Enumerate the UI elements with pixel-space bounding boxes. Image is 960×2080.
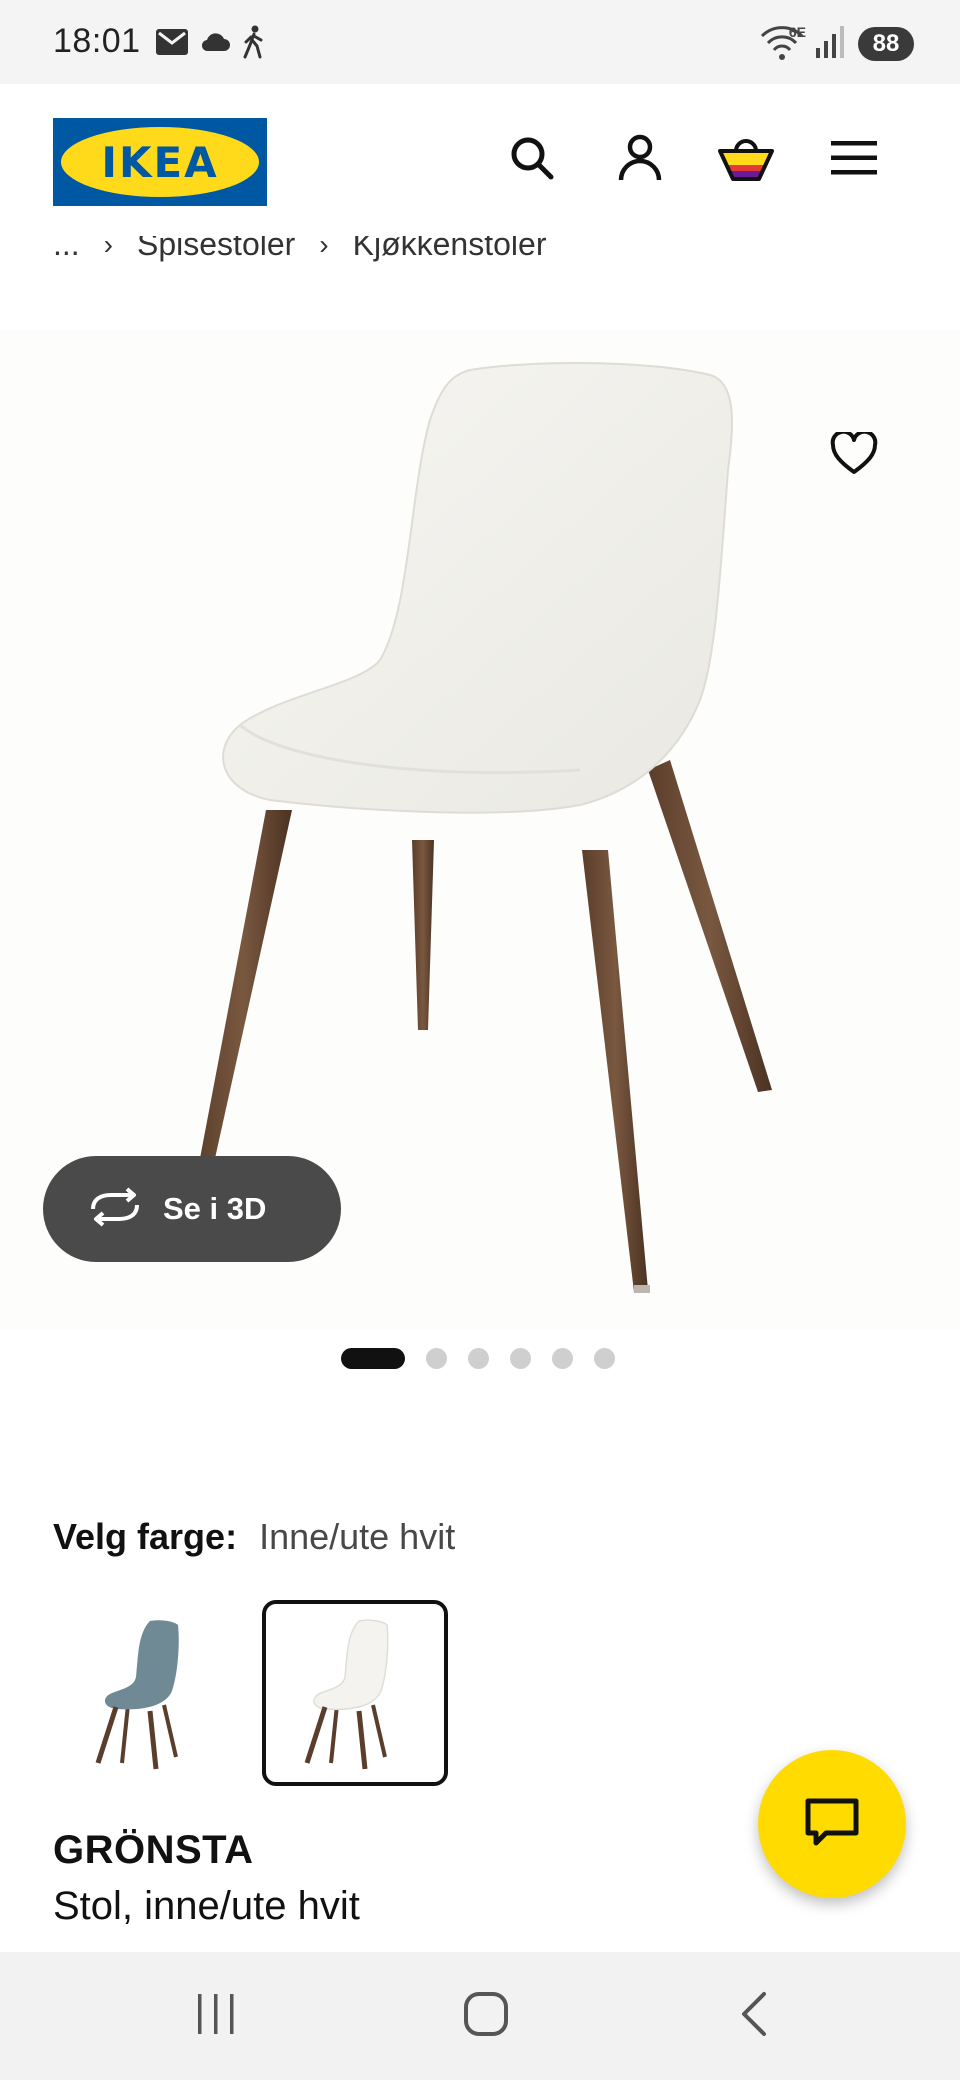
cloud-icon — [200, 31, 230, 58]
rotate-3d-icon — [87, 1186, 143, 1232]
mail-icon — [156, 28, 188, 60]
carousel-dot-active[interactable] — [341, 1347, 405, 1369]
status-icons-left — [156, 25, 266, 64]
menu-icon — [831, 140, 877, 181]
status-bar: 18:01 6E 88 — [0, 0, 960, 84]
logo-text: IKEA — [101, 137, 219, 187]
see-in-3d-label: Se i 3D — [163, 1191, 267, 1226]
search-icon — [509, 135, 555, 186]
network-type-label: 6E — [788, 24, 806, 40]
cart-icon — [718, 135, 774, 186]
color-option-white[interactable] — [262, 1600, 448, 1786]
wishlist-button[interactable] — [818, 420, 890, 492]
chat-icon — [804, 1797, 860, 1852]
breadcrumb-item[interactable]: Kjøkkenstoler — [353, 236, 547, 263]
chevron-right-icon: › — [319, 236, 329, 260]
breadcrumb-item[interactable]: Spisestoler — [137, 236, 295, 263]
product-name: GRÖNSTA — [53, 1828, 254, 1872]
chair-thumbnail — [304, 1619, 389, 1770]
menu-button[interactable] — [822, 128, 886, 192]
ikea-logo[interactable]: IKEA — [53, 118, 267, 206]
chevron-right-icon: › — [103, 236, 113, 260]
color-label: Velg farge: — [53, 1516, 238, 1557]
carousel-dot[interactable] — [426, 1347, 447, 1369]
home-button[interactable] — [446, 1982, 526, 2050]
carousel-dot[interactable] — [552, 1347, 573, 1369]
image-carousel-indicator — [341, 1347, 615, 1369]
chair-thumbnail — [95, 1620, 179, 1770]
account-button[interactable] — [608, 128, 672, 192]
wifi-icon: 6E — [760, 24, 806, 62]
color-option-blue-grey[interactable] — [53, 1600, 239, 1786]
chat-button[interactable] — [758, 1750, 906, 1898]
battery-indicator: 88 — [858, 27, 914, 61]
user-icon — [617, 134, 663, 187]
home-icon — [463, 1991, 509, 2042]
breadcrumb-item[interactable]: ... — [53, 236, 80, 263]
see-in-3d-button[interactable]: Se i 3D — [43, 1156, 341, 1262]
carousel-dot[interactable] — [594, 1347, 615, 1369]
carousel-dot[interactable] — [468, 1347, 489, 1369]
back-icon — [736, 1991, 772, 2042]
breadcrumb: ... › Spisestoler › Kjøkkenstoler — [53, 236, 913, 276]
product-description: Stol, inne/ute hvit — [53, 1884, 360, 1928]
status-icons-right: 6E 88 — [760, 24, 914, 64]
color-selector-heading: Velg farge: Inne/ute hvit — [53, 1516, 455, 1558]
cart-button[interactable] — [714, 128, 778, 192]
recent-apps-icon — [194, 1992, 238, 2041]
carousel-dot[interactable] — [510, 1347, 531, 1369]
search-button[interactable] — [500, 128, 564, 192]
heart-icon — [830, 429, 878, 481]
site-header: IKEA — [0, 84, 960, 234]
recent-apps-button[interactable] — [176, 1982, 256, 2050]
signal-icon — [816, 25, 846, 63]
system-navigation-bar — [0, 1952, 960, 2080]
walking-icon — [242, 25, 266, 64]
selected-color-value: Inne/ute hvit — [259, 1516, 456, 1557]
back-button[interactable] — [714, 1982, 794, 2050]
status-time: 18:01 — [53, 22, 141, 60]
